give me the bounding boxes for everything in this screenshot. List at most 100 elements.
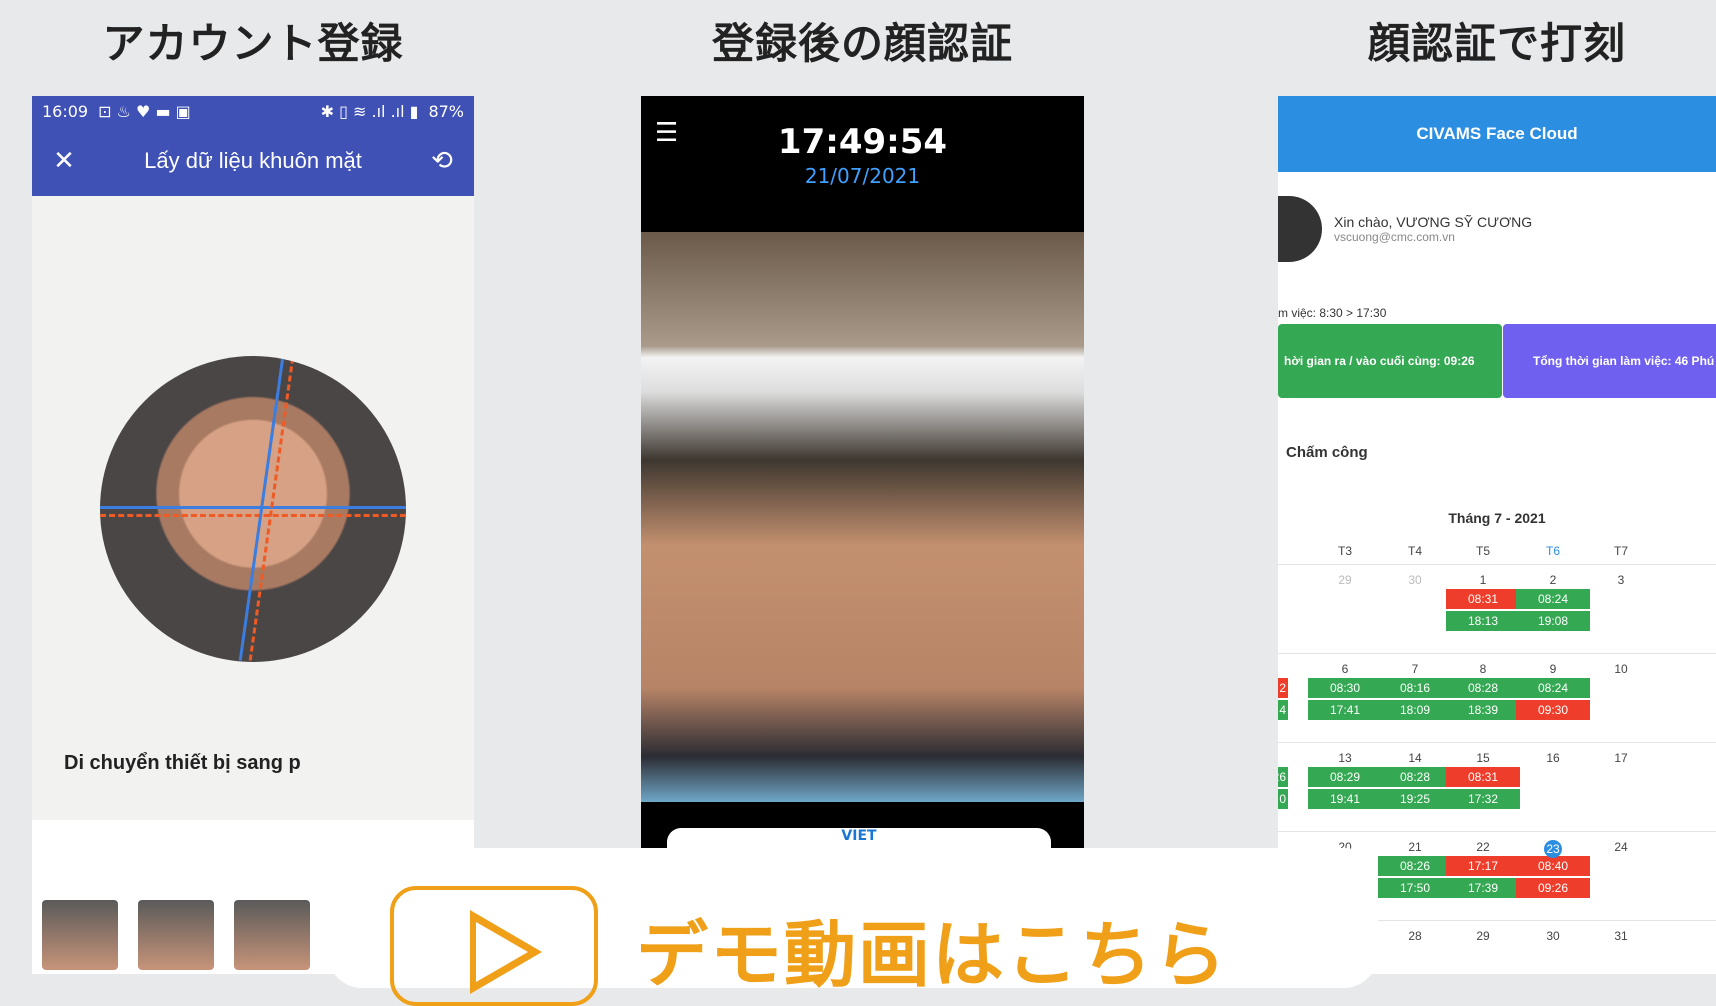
time-entry: 08:28 <box>1378 767 1452 787</box>
total-time-card[interactable]: Tổng thời gian làm việc: 46 Phú <box>1503 324 1716 398</box>
calendar-day[interactable]: 9 08:24 09:30 <box>1516 654 1590 720</box>
time-entry: 0 <box>1278 789 1288 809</box>
day-number: 15 <box>1476 751 1490 765</box>
day-number: 22 <box>1476 840 1490 854</box>
calendar-day[interactable]: 1 08:31 18:13 <box>1446 565 1520 631</box>
calendar-day[interactable]: 2 08:24 19:08 <box>1516 565 1590 631</box>
time-entry: 18:13 <box>1446 611 1520 631</box>
close-icon[interactable]: ✕ <box>46 146 82 176</box>
calendar-week: 2601308:2919:411408:2819:251508:3117:321… <box>1278 742 1716 831</box>
last-inout-card[interactable]: hời gian ra / vào cuối cùng: 09:26 <box>1278 324 1502 398</box>
time-entry: 08:28 <box>1446 678 1520 698</box>
weekday-label: T6 <box>1546 544 1561 558</box>
time-entry: 18:39 <box>1446 700 1520 720</box>
day-number: 9 <box>1549 662 1557 676</box>
calendar-day[interactable]: 3 <box>1584 565 1658 587</box>
time-entry: 19:25 <box>1378 789 1452 809</box>
time-entry: 2 <box>1278 678 1288 698</box>
signal-icons: ✱ ▯ ≋ .ıl .ıl ▮ <box>320 101 419 121</box>
calendar-day-partial: 24 <box>1278 654 1288 720</box>
calendar-day[interactable]: 13 08:29 19:41 <box>1308 743 1382 809</box>
weekday-label: T7 <box>1614 544 1629 558</box>
weekday-header: T3 T4 T5 T6 T7 <box>1278 542 1716 564</box>
day-number: 29 <box>1476 929 1490 943</box>
calendar-day[interactable]: 21 08:26 17:50 <box>1378 832 1452 898</box>
calendar-day[interactable]: 30 <box>1516 921 1590 943</box>
day-number: 24 <box>1614 840 1628 854</box>
day-number: 14 <box>1408 751 1422 765</box>
day-number: 16 <box>1546 751 1560 765</box>
clock-time: 17:49:54 <box>777 122 948 162</box>
clock-date: 21/07/2021 <box>804 164 921 188</box>
face-capture-circle <box>100 356 406 662</box>
calendar-day[interactable]: 29 <box>1446 921 1520 943</box>
calendar-day[interactable]: 15 08:31 17:32 <box>1446 743 1520 809</box>
calendar-day[interactable]: 16 <box>1516 743 1590 765</box>
weekday-label: T5 <box>1476 544 1491 558</box>
time-entry: 19:08 <box>1516 611 1590 631</box>
time-entry: 17:32 <box>1446 789 1520 809</box>
time-entry: 08:30 <box>1308 678 1382 698</box>
day-number: 7 <box>1411 662 1419 676</box>
time-entry: 08:24 <box>1516 589 1590 609</box>
time-entry: 26 <box>1278 767 1288 787</box>
calendar-day[interactable]: 28 <box>1378 921 1452 943</box>
calendar-day[interactable]: 17 <box>1584 743 1658 765</box>
day-number: 1 <box>1479 573 1487 587</box>
work-hours: m việc: 8:30 > 17:30 <box>1278 306 1387 320</box>
guide-line-horizontal-dashed <box>100 514 406 517</box>
calendar-day[interactable]: 31 <box>1584 921 1658 943</box>
day-number: 30 <box>1408 573 1422 587</box>
calendar-day[interactable]: 30 <box>1378 565 1452 587</box>
calendar-day[interactable]: 23 08:40 09:26 <box>1516 832 1590 898</box>
section-title: Chấm công <box>1286 444 1368 461</box>
time-entry: 18:09 <box>1378 700 1452 720</box>
day-number: 13 <box>1338 751 1352 765</box>
phone-face-auth-screen: ☰ 17:49:54 21/07/2021 VIET <box>641 96 1084 856</box>
time-entry: 19:41 <box>1308 789 1382 809</box>
calendar-day[interactable]: 22 17:17 17:39 <box>1446 832 1520 898</box>
phone-attendance-screen: CIVAMS Face Cloud Xin chào, VƯƠNG SỸ CƯƠ… <box>1278 96 1716 974</box>
time-entry: 08:31 <box>1446 767 1520 787</box>
heading-account-registration: アカウント登録 <box>102 19 404 68</box>
notification-icons: ⊡ ♨ ♥ ▬ ▣ <box>98 101 191 121</box>
demo-video-link[interactable]: デモ動画はこちら <box>636 896 1228 1001</box>
status-bar: 16:09 ⊡ ♨ ♥ ▬ ▣ ✱ ▯ ≋ .ıl .ıl ▮ 87% <box>32 96 474 126</box>
day-number: 28 <box>1408 929 1422 943</box>
time-entry: 17:41 <box>1308 700 1382 720</box>
time-entry: 08:31 <box>1446 589 1520 609</box>
time-entry: 17:39 <box>1446 878 1520 898</box>
calendar-day[interactable]: 29 <box>1308 565 1382 587</box>
guide-line-vertical <box>238 357 285 661</box>
day-number: 23 <box>1516 840 1590 858</box>
calendar-day[interactable]: 24 <box>1584 832 1658 854</box>
calendar-day[interactable]: 14 08:28 19:25 <box>1378 743 1452 809</box>
guide-line-horizontal <box>100 506 406 509</box>
calendar-day-partial: 260 <box>1278 743 1288 809</box>
day-number: 29 <box>1338 573 1352 587</box>
calendar-day[interactable]: 6 08:30 17:41 <box>1308 654 1382 720</box>
time-entry: 4 <box>1278 700 1288 720</box>
calendar-week: 2 4 6 08:30 17:41 7 08:16 18:09 8 08:28 18:39 9 08:2… <box>1278 653 1716 742</box>
user-info: Xin chào, VƯƠNG SỸ CƯƠNG vscuong@cmc.com… <box>1278 196 1532 262</box>
user-email: vscuong@cmc.com.vn <box>1334 230 1455 244</box>
thumbnail <box>138 900 214 970</box>
day-number: 21 <box>1408 840 1422 854</box>
time-entry: 08:24 <box>1516 678 1590 698</box>
battery-level: 87% <box>428 101 464 121</box>
calendar-month: Tháng 7 - 2021 <box>1448 510 1546 526</box>
calendar-day[interactable]: 7 08:16 18:09 <box>1378 654 1452 720</box>
guide-line-vertical-dashed <box>248 357 295 661</box>
time-entry: 09:26 <box>1516 878 1590 898</box>
time-entry: 08:16 <box>1378 678 1452 698</box>
time-entry: 08:29 <box>1308 767 1382 787</box>
status-time: 16:09 <box>42 101 89 121</box>
calendar-day[interactable]: 8 08:28 18:39 <box>1446 654 1520 720</box>
day-number: 30 <box>1546 929 1560 943</box>
calendar-day[interactable]: 10 <box>1584 654 1658 676</box>
app-bar: ✕ Lấy dữ liệu khuôn mặt ⟲ <box>32 126 474 196</box>
time-entry: 17:50 <box>1378 878 1452 898</box>
time-entry: 08:26 <box>1378 856 1452 876</box>
app-header: CIVAMS Face Cloud <box>1278 96 1716 172</box>
camera-switch-icon[interactable]: ⟲ <box>424 146 460 176</box>
